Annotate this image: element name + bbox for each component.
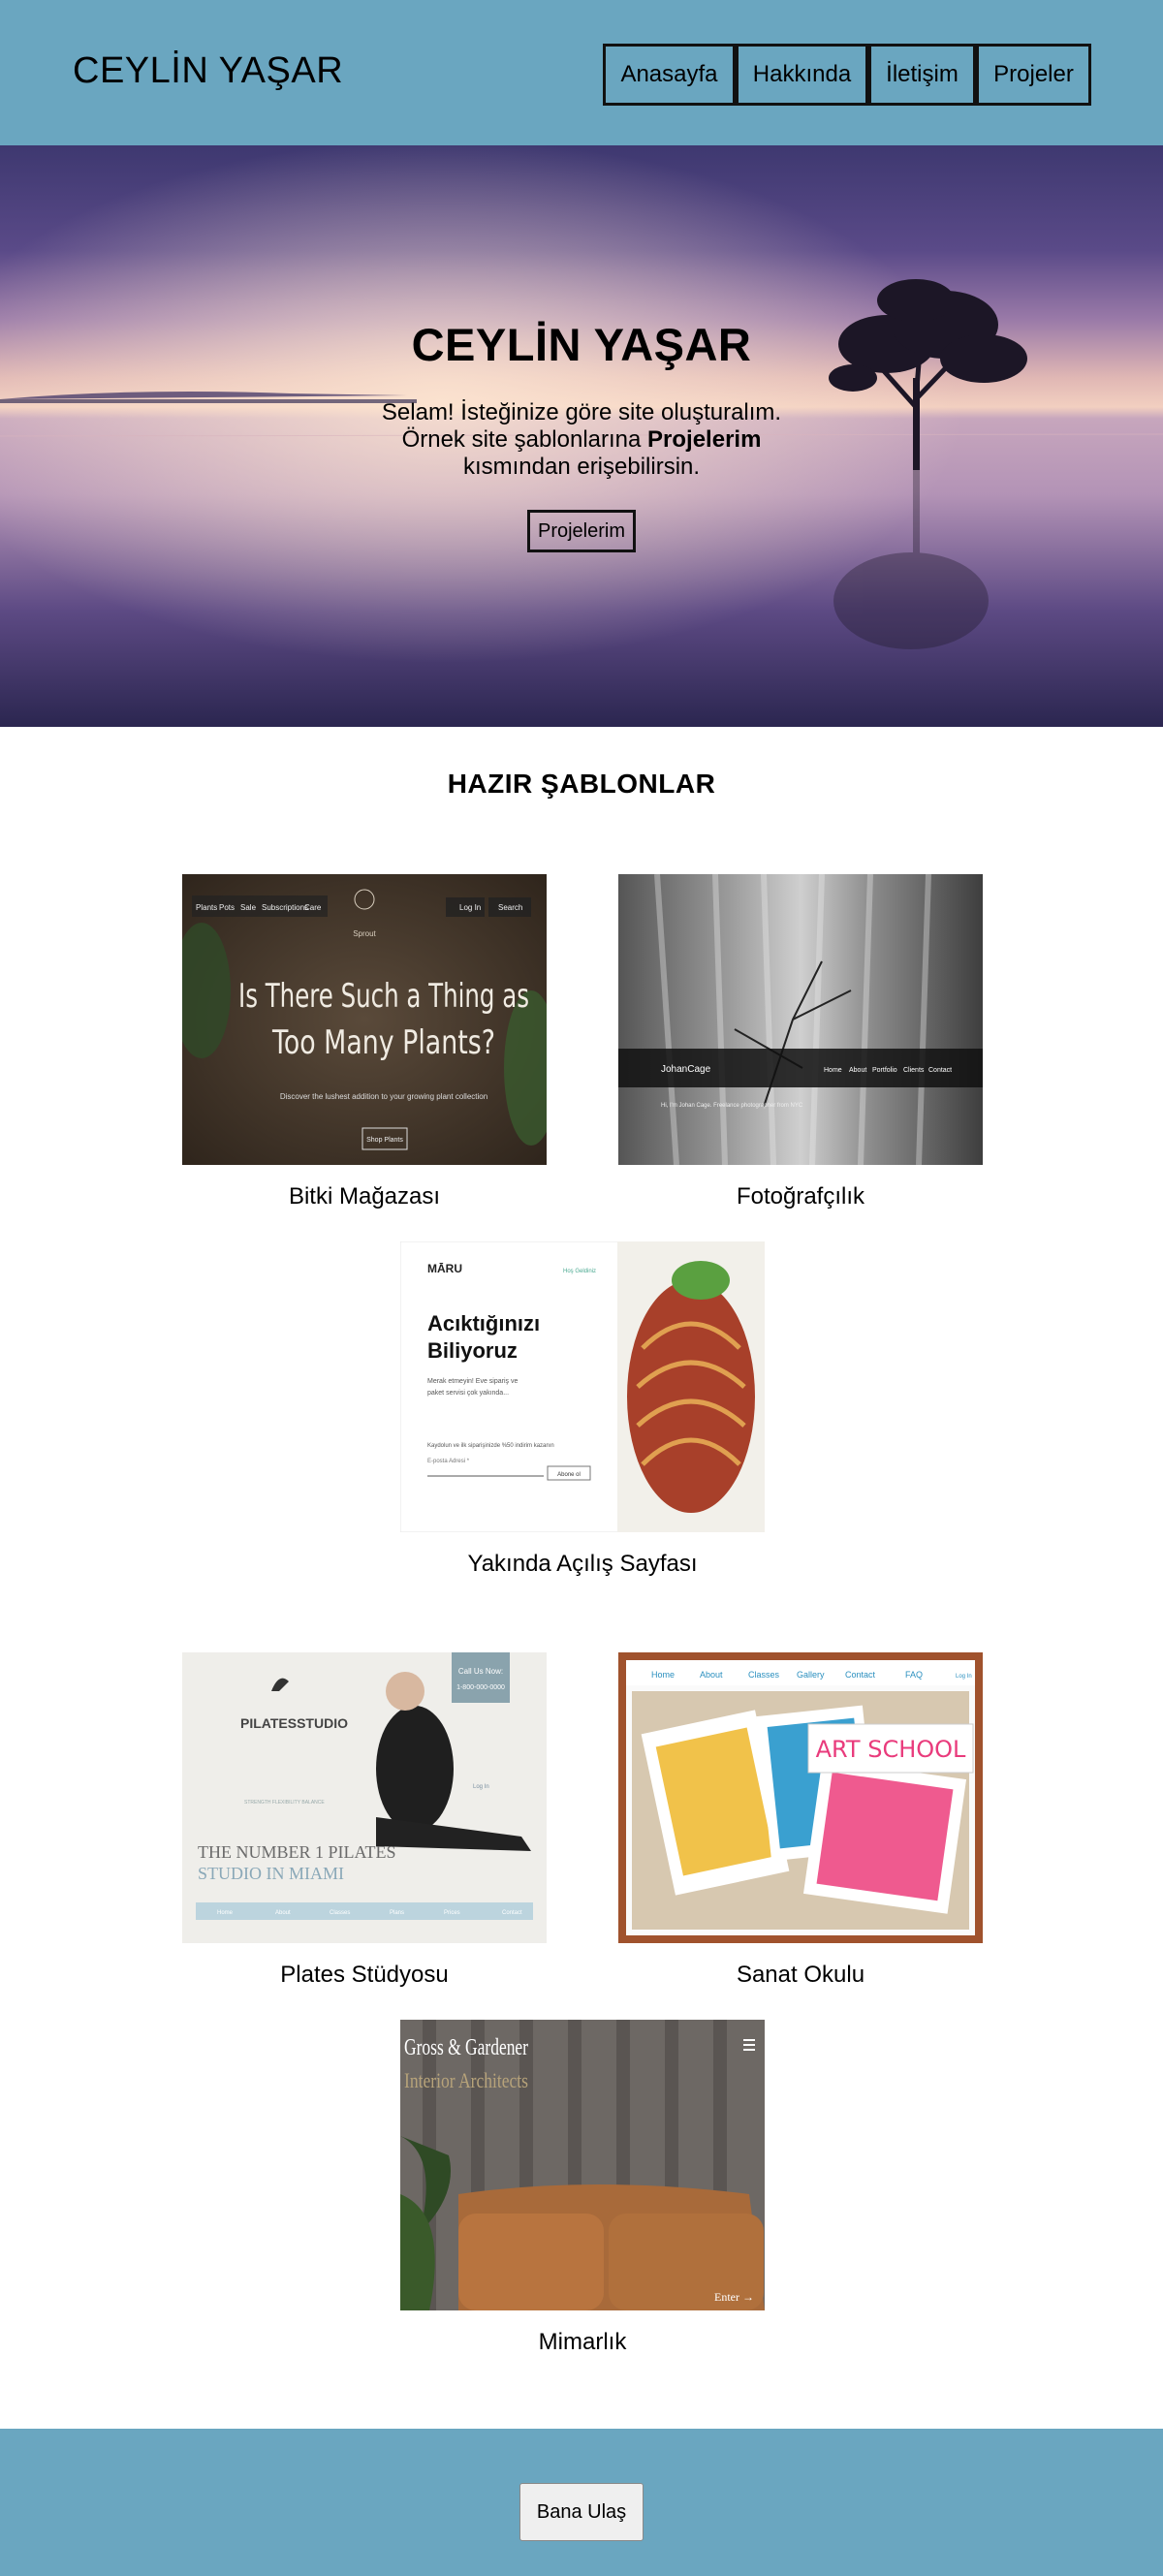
plant-search: Search bbox=[498, 903, 522, 912]
template-card-architecture[interactable]: Gross & Gardener Interior Architects Ent… bbox=[400, 2020, 765, 2356]
coming-soon-sub-2: paket servisi çok yakında... bbox=[427, 1390, 509, 1397]
arch-title-2: Interior Architects bbox=[404, 2068, 528, 2092]
coming-soon-subscribe: Abone ol bbox=[557, 1472, 581, 1478]
photo-nav-0: Home bbox=[824, 1067, 842, 1074]
template-card-pilates[interactable]: Call Us Now: 1-800-000-0000 PILATESSTUDI… bbox=[182, 1652, 547, 1989]
pilates-headline-2: STUDIO IN MIAMI bbox=[198, 1864, 344, 1883]
art-sign: ART SCHOOL bbox=[816, 1736, 966, 1763]
template-caption-architecture[interactable]: Mimarlık bbox=[400, 2329, 765, 2356]
photography-thumbnail[interactable]: JohanCage Home About Portfolio Clients C… bbox=[618, 874, 983, 1165]
hero-line-2: Örnek site şablonlarına bbox=[401, 426, 648, 453]
art-nav-1: About bbox=[700, 1670, 723, 1680]
plant-nav-4: Care bbox=[304, 903, 322, 912]
pilates-nav-2: Classes bbox=[330, 1910, 350, 1916]
pilates-headline-1: THE NUMBER 1 PILATES bbox=[198, 1842, 396, 1862]
plant-shop-button: Shop Plants bbox=[366, 1137, 403, 1144]
template-caption-coming-soon[interactable]: Yakında Açılış Sayfası bbox=[400, 1551, 765, 1578]
template-caption-photography[interactable]: Fotoğrafçılık bbox=[618, 1183, 983, 1210]
coming-soon-link: Hoş Geldiniz bbox=[563, 1269, 596, 1274]
coming-soon-headline-1: Acıktığınızı bbox=[427, 1311, 540, 1335]
hero-section: CEYLİN YAŞAR Selam! İsteğinize göre site… bbox=[0, 145, 1163, 727]
main-nav: Anasayfa Hakkında İletişim Projeler bbox=[603, 44, 1091, 106]
plant-login: Log In bbox=[459, 903, 481, 912]
nav-about-button[interactable]: Hakkında bbox=[736, 44, 868, 106]
pilates-nav-4: Prices bbox=[444, 1910, 460, 1916]
plant-nav-2: Sale bbox=[240, 903, 257, 912]
plant-nav-1: Pots bbox=[219, 903, 235, 912]
art-nav-5: FAQ bbox=[905, 1670, 923, 1680]
plant-headline-2: Too Many Plants? bbox=[271, 1023, 495, 1062]
pilates-tag: STRENGTH FLEXIBILITY BALANCE bbox=[244, 1800, 325, 1806]
contact-me-button[interactable]: Bana Ulaş bbox=[519, 2483, 644, 2541]
coming-soon-sub-1: Merak etmeyin! Eve sipariş ve bbox=[427, 1378, 518, 1385]
hero-line-1: Selam! İsteğinize göre site oluşturalım. bbox=[381, 399, 782, 425]
art-nav-4: Contact bbox=[845, 1670, 876, 1680]
art-nav-3: Gallery bbox=[797, 1670, 825, 1680]
plant-logo: Sprout bbox=[353, 929, 376, 938]
photo-sub: Hi, I'm Johan Cage. Freelance photograph… bbox=[661, 1103, 803, 1109]
photo-nav-1: About bbox=[849, 1067, 866, 1074]
coming-soon-logo: MĀRU bbox=[427, 1262, 462, 1275]
photo-name: JohanCage bbox=[661, 1064, 711, 1075]
coming-soon-headline-2: Biliyoruz bbox=[427, 1338, 518, 1363]
art-login: Log In bbox=[956, 1674, 972, 1680]
nav-projects-button[interactable]: Projeler bbox=[976, 44, 1091, 106]
template-caption-plant-store[interactable]: Bitki Mağazası bbox=[182, 1183, 547, 1210]
hero-line-3: kısmından erişebilirsin. bbox=[462, 454, 701, 480]
arch-enter: Enter → bbox=[714, 2290, 754, 2304]
template-card-art-school[interactable]: Home About Classes Gallery Contact FAQ L… bbox=[618, 1652, 983, 1989]
photo-nav-2: Portfolio bbox=[872, 1067, 897, 1074]
photo-nav-3: Clients bbox=[903, 1067, 925, 1074]
nav-contact-button[interactable]: İletişim bbox=[868, 44, 976, 106]
plant-headline-1: Is There Such a Thing as bbox=[238, 977, 529, 1016]
hero-description: Selam! İsteğinize göre site oluşturalım.… bbox=[349, 399, 814, 481]
site-footer: Bana Ulaş bbox=[0, 2429, 1163, 2576]
hero-title: CEYLİN YAŞAR bbox=[411, 319, 752, 370]
template-card-coming-soon[interactable]: MĀRU Hoş Geldiniz Acıktığınızı Biliyoruz… bbox=[400, 1241, 765, 1578]
arch-title-1: Gross & Gardener bbox=[404, 2035, 528, 2060]
template-card-photography[interactable]: JohanCage Home About Portfolio Clients C… bbox=[618, 874, 983, 1210]
plant-store-thumbnail[interactable]: Plants Pots Sale Subscriptions Care Spro… bbox=[182, 874, 547, 1165]
site-header: CEYLİN YAŞAR Anasayfa Hakkında İletişim … bbox=[0, 0, 1163, 145]
pilates-call-1: Call Us Now: bbox=[458, 1667, 503, 1676]
coming-soon-email-label: E-posta Adresi * bbox=[427, 1459, 470, 1464]
architecture-thumbnail[interactable]: Gross & Gardener Interior Architects Ent… bbox=[400, 2020, 765, 2310]
pilates-nav-1: About bbox=[275, 1910, 291, 1916]
art-nav-0: Home bbox=[651, 1670, 675, 1680]
pilates-nav-0: Home bbox=[217, 1910, 234, 1916]
pilates-call-2: 1-800-000-0000 bbox=[456, 1684, 505, 1691]
template-card-plant-store[interactable]: Plants Pots Sale Subscriptions Care Spro… bbox=[182, 874, 547, 1210]
plant-sub: Discover the lushest addition to your gr… bbox=[280, 1092, 487, 1101]
nav-home-button[interactable]: Anasayfa bbox=[603, 44, 736, 106]
art-school-thumbnail[interactable]: Home About Classes Gallery Contact FAQ L… bbox=[618, 1652, 983, 1943]
art-nav-2: Classes bbox=[748, 1670, 780, 1680]
site-brand[interactable]: CEYLİN YAŞAR bbox=[73, 50, 343, 92]
photo-nav-4: Contact bbox=[928, 1067, 952, 1074]
coming-soon-thumbnail[interactable]: MĀRU Hoş Geldiniz Acıktığınızı Biliyoruz… bbox=[400, 1241, 765, 1532]
templates-title: HAZIR ŞABLONLAR bbox=[447, 769, 716, 799]
hero-projects-emphasis: Projelerim bbox=[647, 426, 762, 453]
pilates-thumbnail[interactable]: Call Us Now: 1-800-000-0000 PILATESSTUDI… bbox=[182, 1652, 547, 1943]
pilates-logo: PILATESSTUDIO bbox=[240, 1715, 348, 1731]
hero-projects-button[interactable]: Projelerim bbox=[527, 510, 636, 552]
pilates-nav-3: Plans bbox=[390, 1910, 404, 1916]
pilates-nav-5: Contact bbox=[502, 1910, 522, 1916]
plant-nav-0: Plants bbox=[196, 903, 217, 912]
template-caption-art-school[interactable]: Sanat Okulu bbox=[618, 1962, 983, 1989]
template-caption-pilates[interactable]: Plates Stüdyosu bbox=[182, 1962, 547, 1989]
plant-nav-3: Subscriptions bbox=[262, 903, 308, 912]
arch-menu-icon bbox=[743, 2039, 755, 2051]
coming-soon-offer: Kaydolun ve ilk siparişinizde %50 indiri… bbox=[427, 1443, 554, 1449]
pilates-login: Log In bbox=[473, 1784, 489, 1790]
